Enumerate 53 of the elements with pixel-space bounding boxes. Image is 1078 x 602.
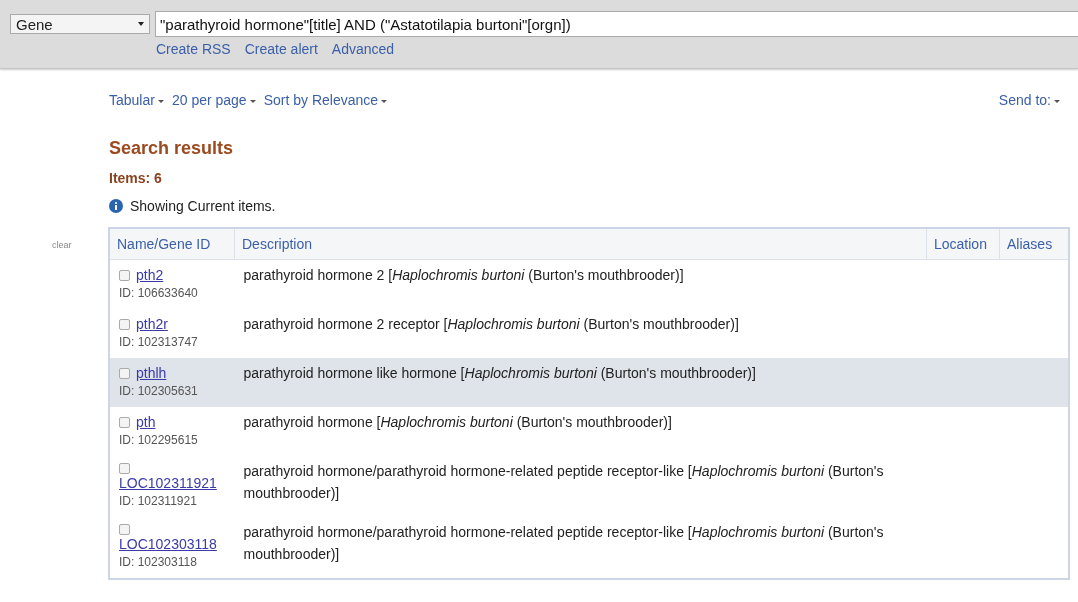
- column-header[interactable]: Aliases: [999, 228, 1069, 260]
- checkbox[interactable]: [119, 524, 130, 535]
- gene-id: ID: 102295615: [119, 433, 199, 447]
- gene-id: ID: 102311921: [119, 494, 198, 508]
- gene-link[interactable]: pth: [136, 414, 156, 430]
- result-row[interactable]: pth ID: 102295615 parathyroid hormone [Haplochromis burtoni (Burton's mouthbrooder)]: [109, 407, 1069, 456]
- gene-link[interactable]: pthlh: [136, 365, 167, 381]
- checkbox[interactable]: [119, 367, 130, 379]
- checkbox[interactable]: [119, 318, 130, 330]
- search-link[interactable]: Create RSS: [156, 41, 231, 57]
- column-header[interactable]: Description: [234, 228, 927, 260]
- caret-icon: [157, 100, 164, 103]
- description-text: parathyroid hormone/parathyroid hormone-related peptide receptor-like [Haplochromis burtoni (Burton's mouthbrooder)]: [243, 463, 884, 501]
- result-row[interactable]: LOC102311921 ID: 102311921 parathyroid hormone/parathyroid hormone-related peptide receptor-like [Haplochromis burtoni (Burton's mouthbrooder)]: [109, 456, 1069, 517]
- gene-id: ID: 106633640: [119, 286, 199, 300]
- caret-icon: [249, 100, 256, 103]
- gene-link[interactable]: LOC102303118: [119, 536, 217, 552]
- result-row[interactable]: pth2r ID: 102313747 parathyroid hormone 2 receptor [Haplochromis burtoni (Burton's mouthbrooder)]: [109, 309, 1069, 358]
- gene-id: ID: 102305631: [119, 384, 199, 398]
- search-link[interactable]: Advanced: [331, 41, 395, 57]
- result-row[interactable]: LOC102303118 ID: 102303118 parathyroid hormone/parathyroid hormone-related peptide receptor-like [Haplochromis burtoni (Burton's mouthbrooder)]: [109, 517, 1069, 579]
- send-to-menu[interactable]: Send to:: [998, 90, 1060, 110]
- result-row[interactable]: pth2 ID: 106633640 parathyroid hormone 2 [Haplochromis burtoni (Burton's mouthbrooder)]: [109, 259, 1069, 309]
- search-field[interactable]: "parathyroid hormone"[title] AND ("Astatotilapia burtoni"[orgn]): [155, 11, 1078, 37]
- caret-icon: [381, 100, 388, 103]
- description-text: parathyroid hormone like hormone [Haplochromis burtoni (Burton's mouthbrooder)]: [243, 365, 756, 381]
- column-header[interactable]: Name/Gene ID: [109, 228, 235, 260]
- items-count: Items: 6: [109, 170, 163, 186]
- page-heading: Search results: [109, 138, 235, 159]
- caret-icon: [1054, 100, 1060, 103]
- search-link[interactable]: Create alert: [244, 41, 318, 57]
- description-text: parathyroid hormone [Haplochromis burtoni (Burton's mouthbrooder)]: [243, 414, 672, 430]
- info-message: Showing Current items.: [130, 198, 276, 214]
- gene-link[interactable]: pth2r: [136, 316, 168, 332]
- caret-icon: [138, 22, 144, 26]
- database-value: Gene: [16, 15, 53, 33]
- info-icon: [109, 199, 123, 213]
- gene-link[interactable]: LOC102311921: [119, 475, 217, 491]
- column-header[interactable]: Location: [926, 228, 1000, 260]
- description-text: parathyroid hormone 2 [Haplochromis burtoni (Burton's mouthbrooder)]: [243, 267, 684, 283]
- gene-id: ID: 102313747: [119, 335, 199, 349]
- gene-link[interactable]: pth2: [136, 267, 164, 283]
- gene-id: ID: 102303118: [119, 555, 198, 569]
- description-text: parathyroid hormone 2 receptor [Haplochromis burtoni (Burton's mouthbrooder)]: [243, 316, 739, 332]
- display-option-menu[interactable]: Tabular: [109, 90, 164, 110]
- display-option-menu[interactable]: 20 per page: [171, 90, 256, 110]
- checkbox[interactable]: [119, 416, 130, 428]
- description-text: parathyroid hormone/parathyroid hormone-related peptide receptor-like [Haplochromis burtoni (Burton's mouthbrooder)]: [243, 524, 884, 562]
- clear-link[interactable]: clear: [52, 240, 72, 250]
- database-select[interactable]: Gene: [10, 14, 150, 34]
- checkbox[interactable]: [119, 269, 130, 281]
- checkbox[interactable]: [119, 463, 130, 474]
- display-option-menu[interactable]: Sort by Relevance: [263, 90, 388, 110]
